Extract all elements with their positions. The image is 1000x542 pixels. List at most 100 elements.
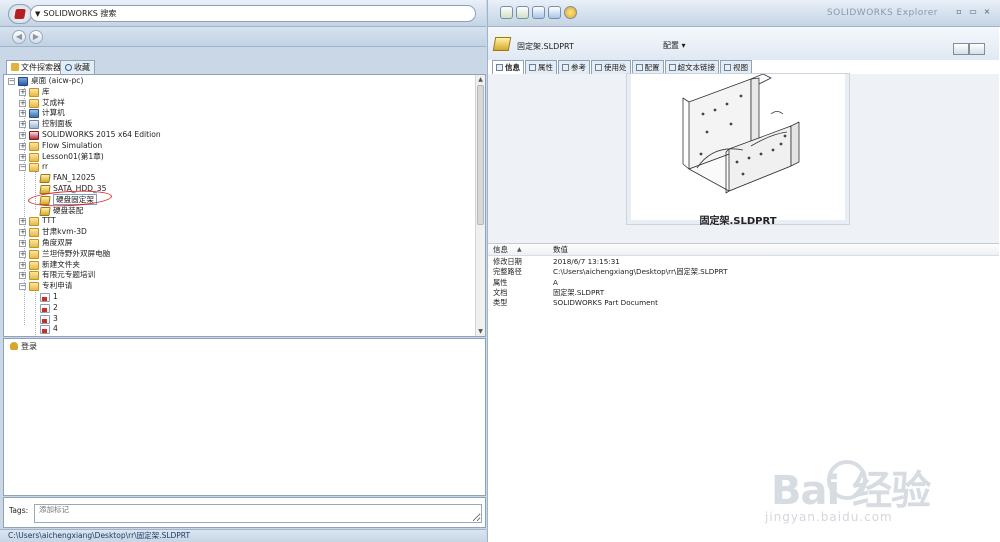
tree-item[interactable]: + Lesson01(第1章) [4, 152, 476, 163]
tree-item[interactable]: + 库 [4, 87, 476, 98]
tab-where-used[interactable]: 使用处 [591, 60, 631, 74]
expand-icon[interactable]: + [19, 218, 26, 226]
document-tabs: 信息 属性 参考 使用处 配置 超文本链接 视图 [492, 60, 752, 74]
tab-label: 使用处 [604, 63, 627, 72]
tree-item[interactable]: 4 [4, 324, 476, 335]
forward-button[interactable]: ▶ [29, 30, 43, 44]
baidu-watermark: Bai 经验 jingyan.baidu.com [745, 458, 975, 528]
tree-item[interactable]: + TTT [4, 216, 476, 227]
tree-item[interactable]: + 计算机 [4, 108, 476, 119]
options-icon[interactable] [532, 6, 545, 19]
sort-ascending-icon: ▲ [517, 246, 522, 253]
expand-icon[interactable]: + [19, 142, 26, 150]
restore-icon[interactable]: ▭ [968, 7, 978, 17]
folder-icon [11, 63, 19, 71]
tree-item[interactable]: + 甘肃kvm-3D [4, 227, 476, 238]
tab-label: 信息 [505, 63, 520, 72]
home-icon[interactable] [516, 6, 529, 19]
explorer-title: SOLIDWORKS Explorer [826, 8, 938, 18]
expand-icon[interactable]: + [19, 131, 26, 139]
tree-item[interactable]: 5 [4, 335, 476, 337]
tree-item-label: 兰坦侍野外双屏电脑 [42, 248, 111, 258]
tab-favorites[interactable]: 收藏 [60, 60, 95, 74]
sldoc-icon [40, 303, 50, 313]
info-table-header: 信息 ▲ 数值 [488, 243, 999, 256]
config-dropdown[interactable]: 配置 ▾ [663, 40, 686, 51]
tab-hyperlinks[interactable]: 超文本链接 [664, 60, 719, 74]
tree-scrollbar[interactable]: ▲ ▼ [475, 75, 485, 336]
expand-icon[interactable]: + [19, 99, 26, 107]
scrollbar-thumb[interactable] [477, 85, 484, 225]
expand-icon[interactable]: + [19, 110, 26, 118]
tab-configurations[interactable]: 配置 [631, 60, 664, 74]
tree-item[interactable]: + 角度双屏 [4, 238, 476, 249]
login-panel: 登录 [3, 338, 486, 496]
tree-item[interactable]: 硬盘装配 [4, 206, 476, 217]
tree-item[interactable]: + 兰坦侍野外双屏电脑 [4, 249, 476, 260]
scroll-down-icon[interactable]: ▼ [476, 327, 485, 336]
tab-info[interactable]: 信息 [492, 60, 524, 74]
tree-item[interactable]: 1 [4, 292, 476, 303]
close-icon[interactable]: × [982, 7, 992, 17]
tree-item[interactable]: − 专利申请 [4, 281, 476, 292]
solidworks-logo-button[interactable] [8, 4, 32, 24]
tab-file-explorer[interactable]: 文件探索器 [6, 60, 66, 74]
tree-item[interactable]: 3 [4, 314, 476, 325]
info-row: 类型 SOLIDWORKS Part Document [488, 298, 999, 308]
tree-item-label: rr [42, 162, 49, 172]
back-button[interactable]: ◀ [12, 30, 26, 44]
login-item[interactable]: 登录 [10, 341, 37, 352]
tab-view[interactable]: 视图 [720, 60, 752, 74]
tab-label: 参考 [571, 63, 586, 72]
tree-item[interactable]: + 艾成祥 [4, 98, 476, 109]
list-view-icon[interactable] [953, 43, 969, 55]
expand-icon[interactable]: + [19, 261, 26, 269]
tree-item-label: 角度双屏 [42, 237, 73, 247]
folder-icon [29, 163, 39, 173]
column-header-value[interactable]: 数值 [553, 244, 568, 256]
folder-icon [29, 271, 39, 281]
info-key: 完整路径 [493, 267, 522, 277]
tree-item[interactable]: + 新建文件夹 [4, 260, 476, 271]
info-key: 属性 [493, 277, 508, 287]
tree-item[interactable]: − rr [4, 162, 476, 173]
info-value: C:\Users\aichengxiang\Desktop\rr\固定架.SLD… [553, 267, 728, 277]
column-header-info[interactable]: 信息 [493, 244, 508, 256]
expand-icon[interactable]: + [19, 153, 26, 161]
expand-icon[interactable]: + [19, 229, 26, 237]
collapse-icon[interactable]: − [19, 283, 26, 291]
tags-input[interactable] [34, 504, 482, 523]
expand-icon[interactable]: + [19, 250, 26, 258]
help-icon[interactable] [564, 6, 577, 19]
tree-item[interactable]: − 桌面 (aicw-pc) [4, 76, 476, 87]
tree-item[interactable]: + 控制面板 [4, 119, 476, 130]
watermark-brand: Bai 经验 [771, 468, 931, 514]
tab-label: 配置 [644, 63, 660, 72]
tree-item[interactable]: + SOLIDWORKS 2015 x64 Edition [4, 130, 476, 141]
tree-item[interactable]: + Flow Simulation [4, 141, 476, 152]
preview-area: 固定架.SLDPRT [488, 73, 999, 244]
collapse-icon[interactable]: − [19, 164, 26, 172]
scroll-up-icon[interactable]: ▲ [476, 75, 485, 84]
sldoc-icon [40, 336, 50, 337]
dropdown-arrow-icon[interactable]: ▼ [35, 10, 40, 18]
expand-icon[interactable]: + [19, 272, 26, 280]
expand-icon[interactable]: + [19, 88, 26, 96]
document-header: 固定架.SLDPRT 配置 ▾ [488, 27, 999, 60]
info-icon[interactable] [548, 6, 561, 19]
tree-item[interactable]: + 有限元专题培训 [4, 270, 476, 281]
minimize-icon[interactable]: ▫ [954, 7, 964, 17]
expand-icon[interactable]: + [19, 239, 26, 247]
tab-references[interactable]: 参考 [558, 60, 590, 74]
tab-properties[interactable]: 属性 [525, 60, 557, 74]
tree-item[interactable]: FAN_12025 [4, 173, 476, 184]
tree-item-label: FAN_12025 [53, 173, 96, 183]
collapse-icon[interactable]: − [8, 78, 15, 85]
refresh-icon[interactable] [500, 6, 513, 19]
folder-icon [29, 98, 39, 108]
tree-item[interactable]: 2 [4, 303, 476, 314]
preview-view-icon[interactable] [969, 43, 985, 55]
search-input[interactable]: ▼ SOLIDWORKS 搜索 [30, 5, 476, 22]
expand-icon[interactable]: + [19, 121, 26, 129]
tab-label: 收藏 [74, 63, 90, 72]
